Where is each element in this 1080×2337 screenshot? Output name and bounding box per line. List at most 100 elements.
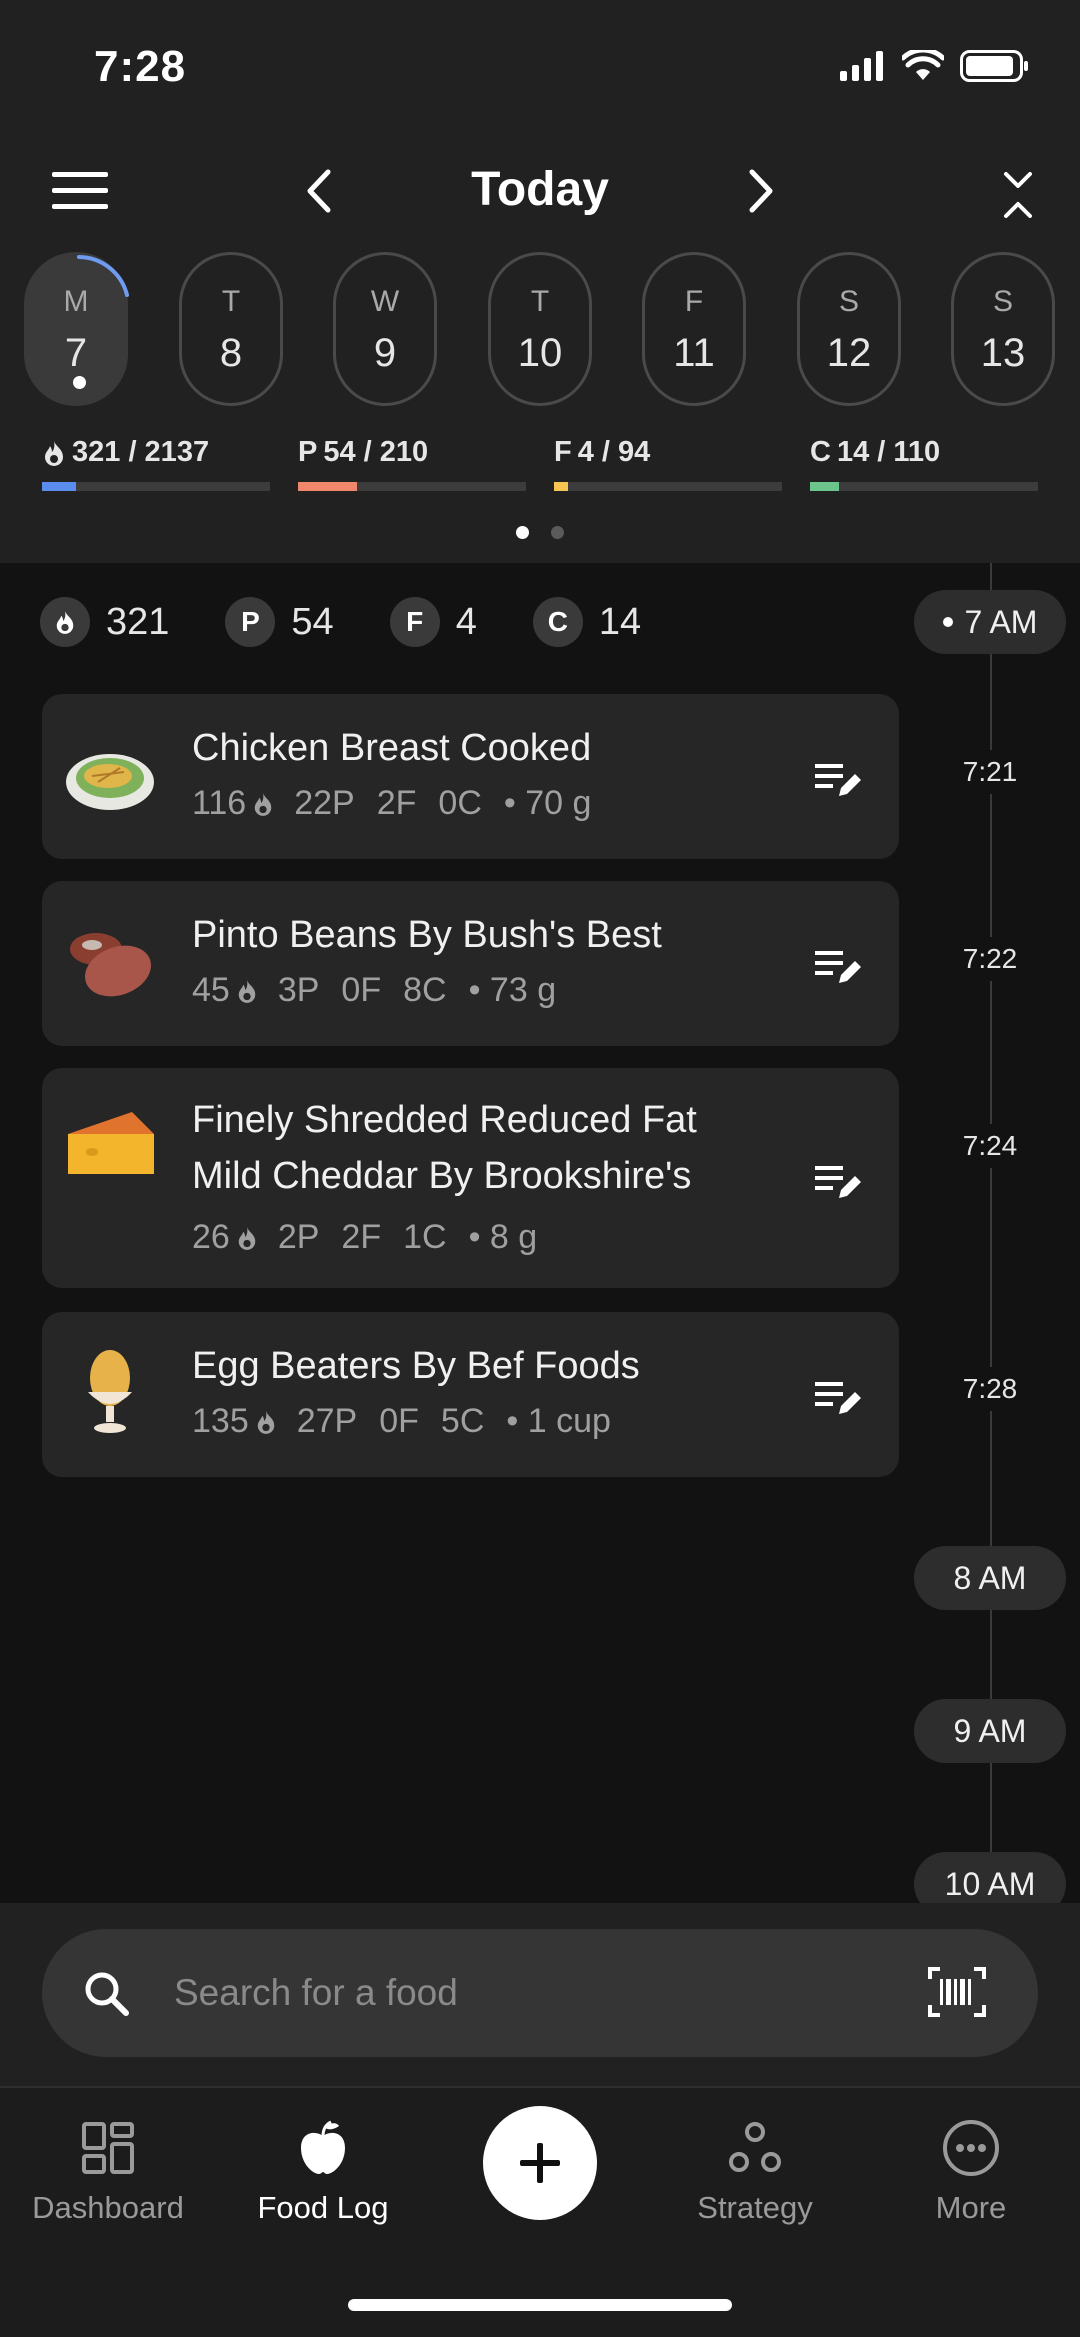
food-name: Pinto Beans By Bush's Best bbox=[192, 914, 662, 956]
carbs-progress-text: 14 / 110 bbox=[836, 436, 941, 468]
hour-label: 10 AM bbox=[944, 1865, 1036, 1902]
food-amount: • 70 g bbox=[503, 784, 592, 822]
edit-entry-icon[interactable] bbox=[813, 758, 863, 802]
fat-bar-fill bbox=[554, 482, 568, 491]
day-pill-tue[interactable]: T 8 bbox=[179, 252, 283, 406]
add-button[interactable] bbox=[483, 2106, 597, 2220]
day-pill-sun[interactable]: S 13 bbox=[951, 252, 1055, 406]
edit-entry-icon[interactable] bbox=[813, 945, 863, 989]
week-day-selector: M 7 T 8 W 9 T 10 F 11 S 12 S 13 bbox=[0, 252, 1080, 406]
signal-icon bbox=[840, 51, 883, 81]
battery-icon bbox=[960, 50, 1028, 82]
flame-icon bbox=[254, 792, 272, 816]
current-hour-dot bbox=[942, 617, 953, 627]
search-input[interactable] bbox=[174, 1963, 814, 2023]
summary-calories-value: 321 bbox=[106, 600, 170, 643]
hour-label: 8 AM bbox=[953, 1559, 1027, 1596]
day-number: 9 bbox=[373, 331, 397, 375]
status-icons bbox=[840, 50, 1030, 82]
search-bar[interactable] bbox=[42, 1929, 1038, 2057]
tab-more[interactable]: More bbox=[871, 2118, 1071, 2226]
tab-food-log[interactable]: Food Log bbox=[223, 2118, 423, 2226]
day-letter: W bbox=[370, 285, 400, 318]
flame-icon bbox=[40, 597, 90, 647]
food-entry[interactable]: Pinto Beans By Bush's Best 45 3P 0F 8C •… bbox=[42, 881, 899, 1046]
top-panel: 7:28 Today M 7 T 8 W 9 T 10 F 11 S 12 S … bbox=[0, 0, 1080, 563]
edit-entry-icon[interactable] bbox=[813, 1376, 863, 1420]
protein-progress-text: 54 / 210 bbox=[323, 436, 429, 468]
food-name: Egg Beaters By Bef Foods bbox=[192, 1345, 640, 1387]
fat-progress-text: 4 / 94 bbox=[577, 436, 651, 468]
food-macros: 116 22P 2F 0C • 70 g bbox=[192, 784, 613, 823]
tab-label: Dashboard bbox=[32, 2190, 184, 2225]
food-calories: 116 bbox=[192, 784, 247, 822]
summary-fat: F 4 bbox=[389, 597, 477, 647]
food-entry[interactable]: Finely Shredded Reduced Fat Mild Cheddar… bbox=[42, 1068, 899, 1288]
protein-badge: P bbox=[225, 597, 276, 647]
home-indicator bbox=[348, 2299, 732, 2311]
food-calories: 45 bbox=[192, 971, 230, 1009]
hour-marker-9am: 9 AM bbox=[914, 1699, 1066, 1763]
food-name: Chicken Breast Cooked bbox=[192, 727, 592, 769]
flame-icon bbox=[257, 1410, 274, 1434]
food-amount: • 1 cup bbox=[506, 1402, 611, 1440]
day-pill-fri[interactable]: F 11 bbox=[642, 252, 746, 406]
summary-fat-value: 4 bbox=[455, 600, 477, 643]
hour-label: 9 AM bbox=[953, 1712, 1027, 1749]
tab-label: Food Log bbox=[257, 2190, 389, 2225]
search-area bbox=[0, 1903, 1080, 2086]
fat-progress: F4 / 94 bbox=[554, 436, 782, 491]
food-protein: 27P bbox=[296, 1402, 358, 1440]
barcode-scan-icon[interactable] bbox=[928, 1967, 986, 2017]
day-number: 12 bbox=[826, 331, 872, 375]
tab-dashboard[interactable]: Dashboard bbox=[8, 2118, 208, 2226]
fat-prefix: F bbox=[554, 436, 572, 468]
food-amount: • 73 g bbox=[468, 971, 557, 1009]
day-pill-sat[interactable]: S 12 bbox=[797, 252, 901, 406]
hour-label: 7 AM bbox=[964, 603, 1038, 640]
calorie-progress-text: 321 / 2137 bbox=[72, 436, 210, 468]
day-pill-wed[interactable]: W 9 bbox=[333, 252, 437, 406]
carbs-badge: C bbox=[532, 597, 583, 647]
search-icon bbox=[85, 1972, 129, 2016]
food-fat: 2F bbox=[376, 784, 417, 822]
day-pill-mon[interactable]: M 7 bbox=[24, 252, 129, 406]
food-name: Finely Shredded Reduced Fat Mild Cheddar… bbox=[192, 1099, 697, 1197]
food-entry[interactable]: Egg Beaters By Bef Foods 135 27P 0F 5C •… bbox=[42, 1312, 899, 1477]
carbs-bar-fill bbox=[810, 482, 840, 491]
food-protein: 3P bbox=[277, 971, 320, 1009]
tab-strategy[interactable]: Strategy bbox=[655, 2118, 855, 2226]
macro-progress[interactable]: 321 / 2137 P 54 / 210 F4 / 94 C 14 / 110 bbox=[0, 436, 1080, 496]
food-calories: 135 bbox=[192, 1402, 249, 1440]
collapse-icon[interactable] bbox=[998, 168, 1038, 222]
protein-bar bbox=[298, 482, 526, 491]
fat-bar bbox=[554, 482, 782, 491]
edit-entry-icon[interactable] bbox=[813, 1160, 863, 1204]
day-letter: T bbox=[530, 285, 550, 318]
chevron-right-icon[interactable] bbox=[740, 166, 780, 216]
strategy-icon bbox=[729, 2122, 781, 2172]
summary-carbs-value: 14 bbox=[598, 600, 642, 643]
day-number: 8 bbox=[219, 331, 243, 375]
food-macros: 26 2P 2F 1C • 8 g bbox=[192, 1218, 559, 1257]
daily-summary: 321 P 54 F 4 C 14 bbox=[40, 594, 697, 650]
page-title: Today bbox=[471, 163, 609, 216]
fat-badge: F bbox=[389, 597, 440, 647]
food-calories: 26 bbox=[192, 1218, 230, 1256]
page-indicator bbox=[0, 526, 1080, 539]
day-letter: T bbox=[221, 285, 241, 318]
calorie-bar-fill bbox=[42, 482, 77, 491]
entry-time: 7:21 bbox=[940, 750, 1040, 794]
hour-marker-7am: 7 AM bbox=[914, 590, 1066, 654]
page-dot bbox=[551, 526, 564, 539]
page-dot-active bbox=[516, 526, 529, 539]
food-fat: 2F bbox=[341, 1218, 382, 1256]
status-time: 7:28 bbox=[94, 42, 187, 91]
wifi-icon bbox=[902, 50, 944, 80]
day-number: 10 bbox=[517, 331, 563, 375]
protein-progress: P 54 / 210 bbox=[298, 436, 526, 491]
egg-icon bbox=[88, 1350, 132, 1433]
day-number: 11 bbox=[673, 331, 715, 375]
day-pill-thu[interactable]: T 10 bbox=[488, 252, 592, 406]
food-entry[interactable]: Chicken Breast Cooked 116 22P 2F 0C • 70… bbox=[42, 694, 899, 859]
